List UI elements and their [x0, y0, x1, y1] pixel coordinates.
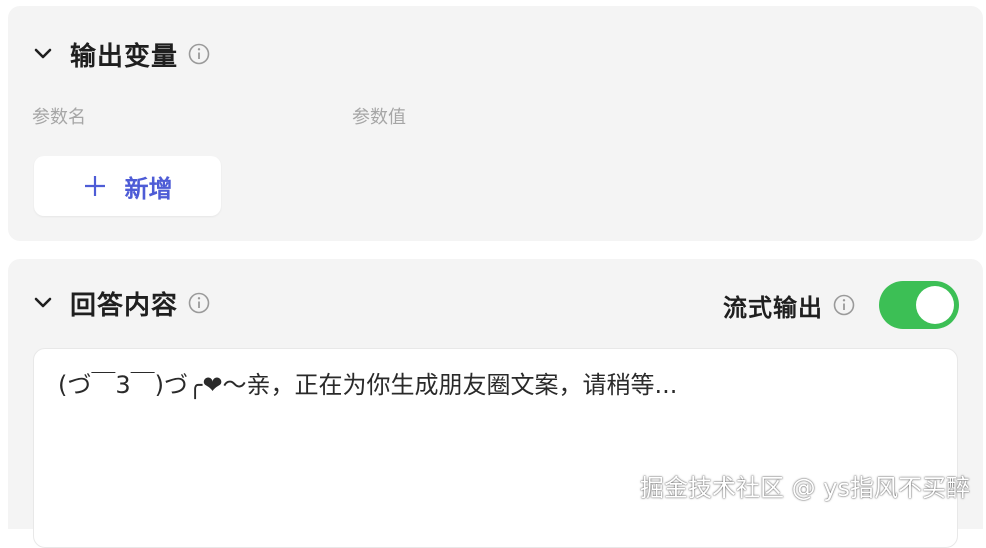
toggle-knob: [916, 286, 954, 324]
info-icon[interactable]: [833, 294, 855, 316]
answer-content-title: 回答内容: [70, 290, 179, 321]
chevron-down-icon[interactable]: [32, 292, 54, 314]
answer-content-editor[interactable]: (づ￣3￣)づ╭❤～亲，正在为你生成朋友圈文案，请稍等...: [33, 348, 958, 548]
info-icon[interactable]: [188, 43, 210, 65]
param-value-column-label: 参数值: [352, 107, 406, 128]
output-variables-title: 输出变量: [70, 41, 179, 72]
stream-output-control: 流式输出: [723, 281, 959, 329]
answer-content-header: 回答内容: [32, 283, 210, 323]
add-variable-button[interactable]: 新增: [34, 156, 221, 216]
plus-icon: [83, 174, 107, 198]
output-variables-panel: 输出变量 参数名 参数值 新增: [8, 6, 983, 241]
stream-output-label: 流式输出: [723, 293, 823, 322]
watermark: 掘金技术社区 @ ys指风不买醉: [640, 474, 970, 502]
chevron-down-icon[interactable]: [32, 43, 54, 65]
answer-content-text: (づ￣3￣)づ╭❤～亲，正在为你生成朋友圈文案，请稍等...: [58, 371, 678, 399]
param-name-column-label: 参数名: [32, 107, 86, 128]
output-variables-header: 输出变量: [32, 34, 210, 74]
info-icon[interactable]: [188, 292, 210, 314]
add-variable-label: 新增: [124, 174, 173, 203]
stream-output-toggle[interactable]: [879, 281, 959, 329]
